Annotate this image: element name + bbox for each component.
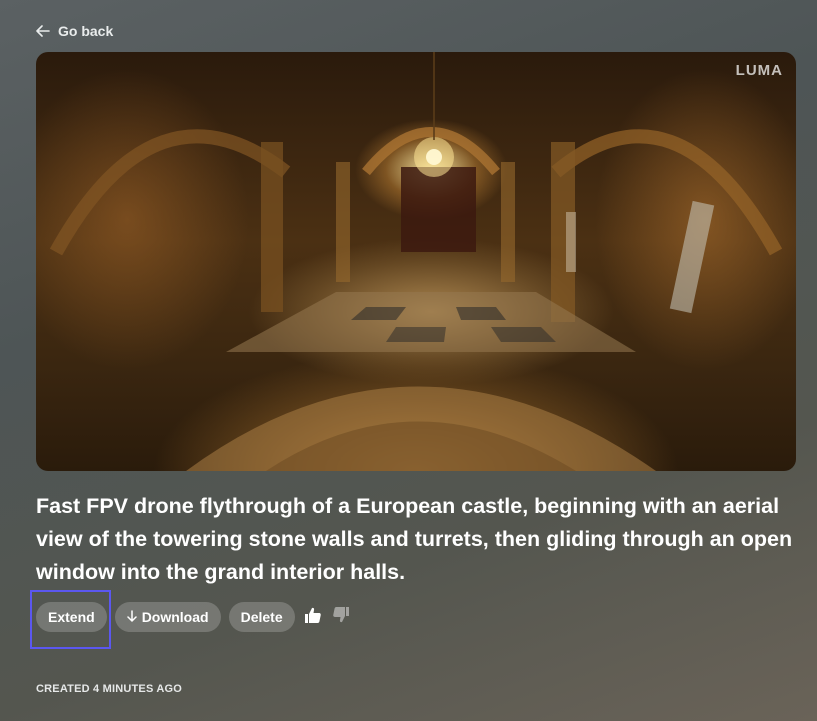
video-player[interactable]: LUMA: [36, 52, 796, 471]
download-label: Download: [141, 609, 209, 625]
delete-button[interactable]: Delete: [228, 602, 295, 632]
thumbs-down-icon: [332, 606, 350, 629]
go-back-link[interactable]: Go back: [36, 22, 113, 40]
delete-label: Delete: [240, 609, 283, 625]
luma-watermark: LUMA: [735, 62, 783, 79]
like-button[interactable]: [303, 607, 323, 627]
thumbs-up-icon: [304, 606, 322, 629]
video-frame: [49, 52, 783, 471]
go-back-label: Go back: [58, 23, 114, 39]
prompt-text: Fast FPV drone flythrough of a European …: [36, 494, 793, 584]
arrow-down-icon: [126, 609, 137, 625]
dislike-button[interactable]: [331, 606, 351, 629]
action-bar: Extend Download Delete: [36, 602, 351, 632]
download-button[interactable]: Download: [114, 602, 221, 632]
created-timestamp: CREATED 4 MINUTES AGO: [36, 683, 182, 695]
arrow-left-icon: [36, 25, 50, 37]
extend-button[interactable]: Extend: [36, 602, 107, 632]
extend-label: Extend: [48, 609, 95, 625]
